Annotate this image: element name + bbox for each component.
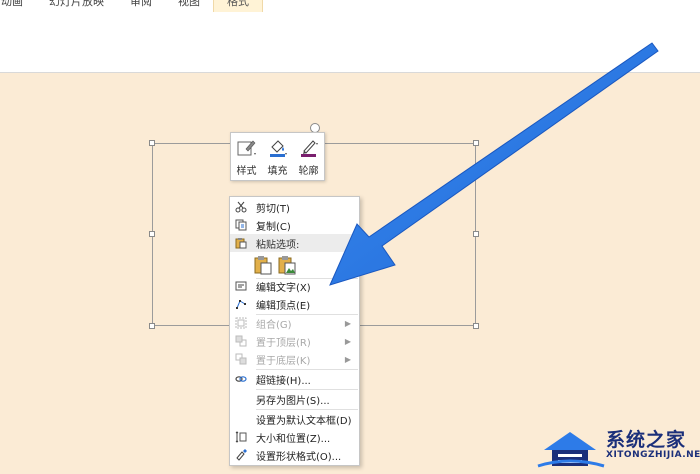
blue-arrow-shape (329, 42, 659, 286)
annotation-arrow (329, 42, 659, 286)
watermark-url: XITONGZHIJIA.NET (606, 450, 700, 460)
watermark-text: 系统之家 (606, 429, 687, 451)
